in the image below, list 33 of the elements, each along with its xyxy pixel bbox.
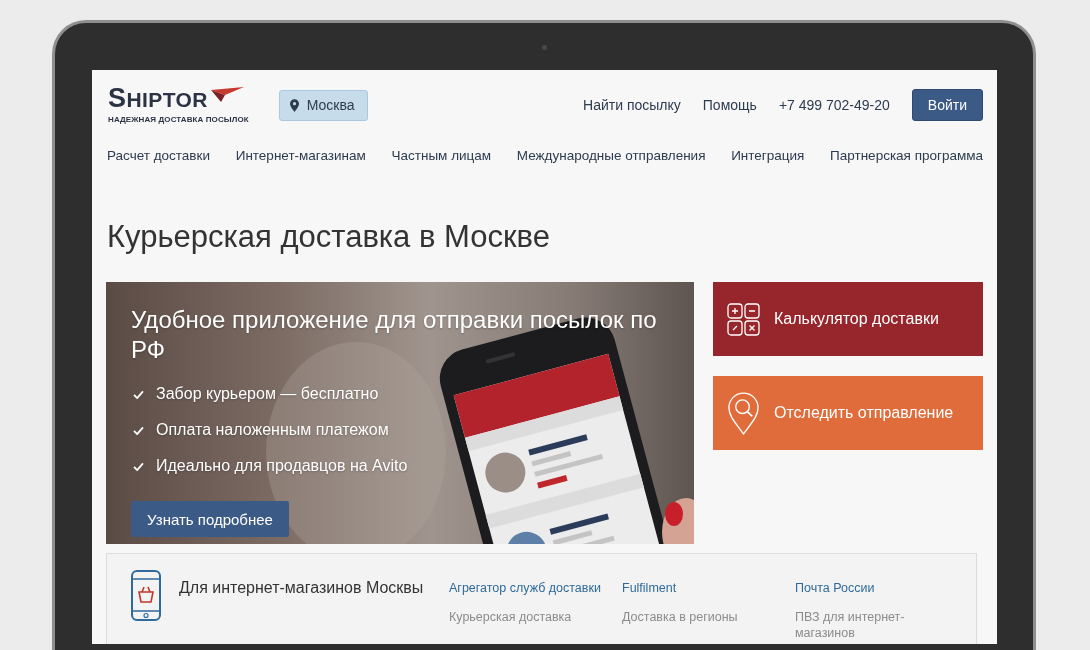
feature-text: Идеально для продавцов на Avito <box>156 456 408 476</box>
learn-more-button[interactable]: Узнать подробнее <box>131 501 289 537</box>
check-icon <box>133 389 144 399</box>
service-heading-link[interactable]: Агрегатор служб доставки <box>449 580 601 596</box>
feature-text: Забор курьером — бесплатно <box>156 384 379 404</box>
nav-link[interactable]: Интеграция <box>731 146 805 166</box>
feature-text: Оплата наложенным платежом <box>156 420 389 440</box>
phone-number: +7 499 702-49-20 <box>778 97 890 113</box>
check-icon <box>133 425 144 435</box>
location-pin-icon <box>289 98 299 112</box>
header-link[interactable]: Помощь <box>702 97 757 113</box>
phone-basket-icon <box>131 570 161 621</box>
nav-link[interactable]: Частным лицам <box>391 146 492 166</box>
city-button[interactable]: Москва <box>278 89 368 121</box>
nav-link[interactable]: Расчет доставки <box>107 146 210 166</box>
service-heading-link[interactable]: Почта России <box>795 580 875 596</box>
logo-wing-icon <box>209 86 244 102</box>
logo-tagline: НАДЕЖНАЯ ДОСТАВКА ПОСЫЛОК <box>108 114 249 125</box>
nav-link[interactable]: Интернет-магазинам <box>235 146 366 166</box>
webcam-icon <box>542 45 547 50</box>
calculator-card[interactable]: Калькулятор доставки <box>713 282 983 356</box>
logo-wordmark[interactable]: SHIPTOR <box>108 85 208 112</box>
header-link[interactable]: Найти посылку <box>583 97 681 113</box>
banner-title: Удобное приложение для отправки посылок по РФ <box>131 305 658 365</box>
page-title: Курьерская доставка в Москве <box>107 218 551 256</box>
calculator-icon <box>727 302 760 336</box>
service-heading-link[interactable]: Fulfilment <box>622 580 677 596</box>
pin-magnifier-icon <box>727 390 760 436</box>
check-icon <box>133 461 144 471</box>
nav-link[interactable]: Международные отправления <box>516 146 706 166</box>
services-title: Для интернет-магазинов Москвы <box>179 578 425 598</box>
login-button[interactable]: Войти <box>911 89 983 121</box>
nav-link[interactable]: Партнерская программа <box>830 146 983 166</box>
